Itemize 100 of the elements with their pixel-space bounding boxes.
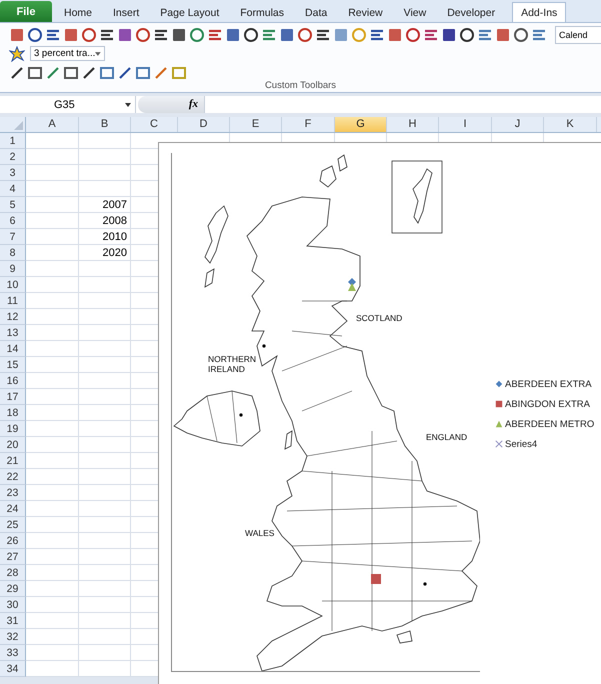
insert-function-button[interactable]: fx (138, 96, 204, 113)
table-cell[interactable] (79, 517, 131, 533)
ribbon-tab[interactable]: Page Layout (151, 2, 228, 22)
table-cell[interactable] (26, 293, 79, 309)
table-cell[interactable] (26, 501, 79, 517)
row-header[interactable]: 32 (0, 629, 26, 645)
toolbar-icon[interactable] (225, 26, 241, 42)
column-header[interactable]: A (26, 117, 79, 132)
table-cell[interactable] (79, 549, 131, 565)
column-header[interactable]: G (335, 117, 387, 132)
table-cell[interactable] (26, 245, 79, 261)
table-cell[interactable] (26, 165, 79, 181)
table-cell[interactable] (26, 149, 79, 165)
column-header[interactable]: J (492, 117, 544, 132)
ribbon-tab[interactable]: Insert (104, 2, 148, 22)
row-header[interactable]: 19 (0, 421, 26, 437)
file-tab[interactable]: File (0, 1, 52, 22)
table-cell[interactable] (26, 277, 79, 293)
toolbar-icon[interactable] (279, 26, 295, 42)
table-cell[interactable] (79, 485, 131, 501)
table-cell[interactable] (79, 581, 131, 597)
table-cell[interactable] (26, 469, 79, 485)
toolbar-icon[interactable] (81, 26, 97, 42)
table-cell[interactable] (26, 197, 79, 213)
table-cell[interactable] (79, 389, 131, 405)
column-header[interactable]: H (387, 117, 439, 132)
row-header[interactable]: 6 (0, 213, 26, 229)
row-header[interactable]: 8 (0, 245, 26, 261)
table-cell[interactable] (79, 277, 131, 293)
table-cell[interactable] (26, 597, 79, 613)
ribbon-tab[interactable]: View (394, 2, 436, 22)
map-marker[interactable] (371, 574, 381, 584)
table-cell[interactable] (79, 597, 131, 613)
table-cell[interactable] (79, 293, 131, 309)
name-box[interactable]: G35 (0, 96, 136, 113)
row-header[interactable]: 34 (0, 661, 26, 677)
table-cell[interactable] (79, 453, 131, 469)
table-cell[interactable] (79, 613, 131, 629)
toolbar-icon[interactable] (513, 26, 529, 42)
ribbon-tab[interactable]: Formulas (231, 2, 294, 22)
toolbar-icon[interactable] (27, 64, 43, 80)
table-cell[interactable] (26, 533, 79, 549)
row-header[interactable]: 23 (0, 485, 26, 501)
column-header[interactable]: E (230, 117, 282, 132)
table-cell[interactable] (26, 629, 79, 645)
ribbon-tab[interactable]: Review (339, 2, 392, 22)
ribbon-tab[interactable]: Home (55, 2, 102, 22)
table-cell[interactable] (26, 341, 79, 357)
table-cell[interactable] (79, 357, 131, 373)
column-header[interactable]: B (79, 117, 131, 132)
row-header[interactable]: 29 (0, 581, 26, 597)
row-header[interactable]: 10 (0, 277, 26, 293)
chart-area[interactable]: SCOTLAND NORTHERN IRELAND ENGLAND WALES ABERDEEN EXTRA ABINGDON EXTRA ABERDEEN METRO Series4 (158, 142, 601, 684)
table-cell[interactable]: 2008 (79, 213, 131, 229)
toolbar-icon[interactable] (297, 26, 313, 42)
toolbar-icon[interactable] (9, 64, 25, 80)
table-cell[interactable] (26, 613, 79, 629)
table-cell[interactable] (26, 229, 79, 245)
row-header[interactable]: 24 (0, 501, 26, 517)
row-header[interactable]: 2 (0, 149, 26, 165)
table-cell[interactable] (79, 469, 131, 485)
table-cell[interactable] (79, 373, 131, 389)
table-cell[interactable] (79, 661, 131, 677)
row-header[interactable]: 22 (0, 469, 26, 485)
row-header[interactable]: 26 (0, 533, 26, 549)
row-header[interactable]: 9 (0, 261, 26, 277)
row-header[interactable]: 33 (0, 645, 26, 661)
table-cell[interactable] (79, 629, 131, 645)
table-cell[interactable] (26, 453, 79, 469)
row-header[interactable]: 17 (0, 389, 26, 405)
table-cell[interactable] (26, 565, 79, 581)
table-cell[interactable] (79, 325, 131, 341)
toolbar-icon[interactable] (459, 26, 475, 42)
table-cell[interactable] (26, 405, 79, 421)
row-header[interactable]: 4 (0, 181, 26, 197)
row-header[interactable]: 27 (0, 549, 26, 565)
toolbar-icon[interactable] (117, 64, 133, 80)
toolbar-icon[interactable] (81, 64, 97, 80)
table-cell[interactable] (79, 181, 131, 197)
table-cell[interactable] (26, 389, 79, 405)
table-cell[interactable] (26, 309, 79, 325)
table-cell[interactable] (79, 437, 131, 453)
table-cell[interactable] (79, 405, 131, 421)
toolbar-icon[interactable] (135, 26, 151, 42)
starburst-icon[interactable] (9, 46, 25, 62)
table-cell[interactable]: 2010 (79, 229, 131, 245)
toolbar-icon[interactable] (171, 26, 187, 42)
column-header[interactable]: D (178, 117, 230, 132)
toolbar-icon[interactable] (405, 26, 421, 42)
toolbar-icon[interactable] (243, 26, 259, 42)
column-header[interactable]: K (544, 117, 597, 132)
map-marker[interactable] (348, 283, 356, 291)
ribbon-tab[interactable]: Developer (438, 2, 504, 22)
row-header[interactable]: 1 (0, 133, 26, 149)
table-cell[interactable] (79, 149, 131, 165)
column-header[interactable]: C (131, 117, 178, 132)
table-cell[interactable] (79, 341, 131, 357)
row-header[interactable]: 11 (0, 293, 26, 309)
table-cell[interactable] (26, 437, 79, 453)
calendar-field[interactable]: Calend (555, 26, 601, 44)
